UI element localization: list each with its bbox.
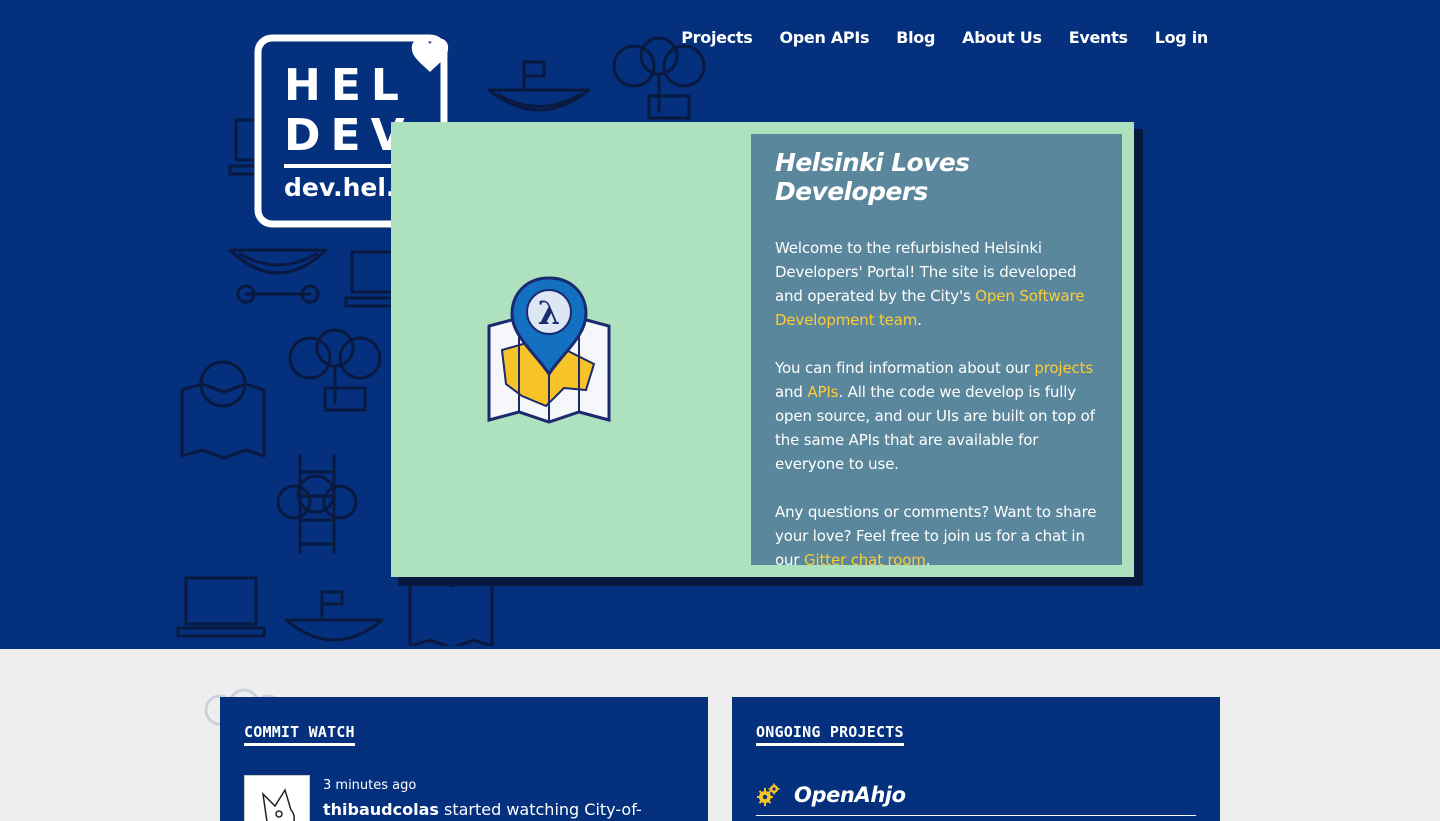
nav-events[interactable]: Events (1069, 28, 1128, 47)
project-item[interactable]: OpenAhjo (756, 783, 1196, 816)
map-pin-icon (180, 360, 266, 460)
nav-log-in[interactable]: Log in (1155, 28, 1209, 47)
laptop-icon (176, 576, 266, 638)
commit-watch-panel: COMMIT WATCH 3 minutes ago thibaudcolas … (220, 697, 708, 821)
nav-blog[interactable]: Blog (896, 28, 935, 47)
commit-time: 3 minutes ago (323, 778, 417, 793)
feature-paragraph-2: You can find information about our proje… (775, 359, 1095, 473)
nav-open-apis[interactable]: Open APIs (779, 28, 869, 47)
tree-icon (612, 36, 706, 120)
feature-title: Helsinki Loves Developers (775, 148, 970, 206)
commit-entry: thibaudcolas started watching City-of- (323, 800, 642, 819)
map-lambda-icon: λ (487, 276, 611, 424)
commit-watch-heading: COMMIT WATCH (244, 723, 355, 746)
svg-text:λ: λ (538, 294, 560, 332)
nav-projects[interactable]: Projects (681, 28, 753, 47)
svg-text:HEL: HEL (284, 60, 409, 111)
avatar[interactable] (244, 775, 310, 821)
feature-text-panel: Helsinki Loves Developers Welcome to the… (751, 134, 1122, 569)
ladder-icon (276, 454, 358, 554)
ongoing-projects-heading: ONGOING PROJECTS (756, 723, 904, 746)
nav-about-us[interactable]: About Us (962, 28, 1042, 47)
boat-icon (487, 60, 591, 112)
boat-icon (284, 590, 384, 642)
projects-link[interactable]: projects (1034, 359, 1093, 377)
hero-section: Projects Open APIs Blog About Us Events … (0, 0, 1440, 649)
tree-icon (288, 328, 382, 412)
main-nav: Projects Open APIs Blog About Us Events … (681, 28, 1208, 47)
project-name[interactable]: OpenAhjo (794, 783, 906, 807)
gitter-chat-link[interactable]: Gitter chat room (804, 551, 926, 569)
avatar-sketch-icon (261, 788, 296, 821)
commit-user-link[interactable]: thibaudcolas (323, 800, 439, 819)
boat-icon (228, 248, 328, 304)
feature-paragraph-1: Welcome to the refurbished Helsinki Deve… (775, 239, 1085, 329)
apis-link[interactable]: APIs (807, 383, 838, 401)
gears-icon (757, 783, 780, 806)
feature-paragraph-3: Any questions or comments? Want to share… (775, 503, 1097, 569)
ongoing-projects-panel: ONGOING PROJECTS OpenAhjo (732, 697, 1220, 821)
